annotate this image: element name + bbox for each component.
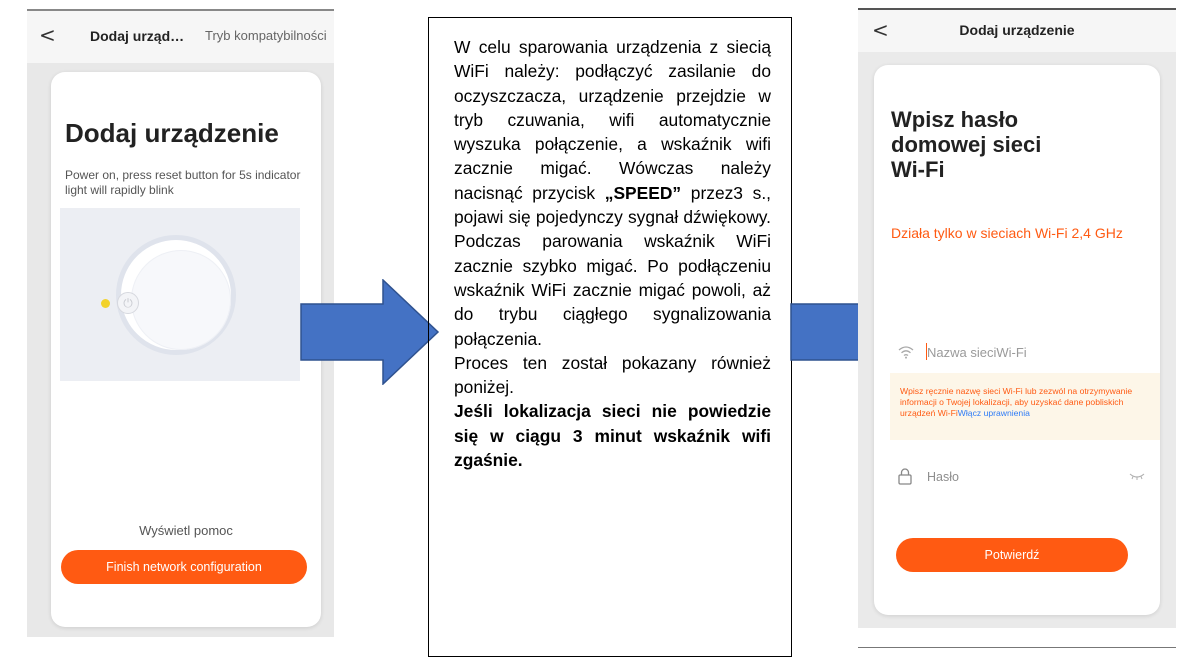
heading-line-2: domowej sieci	[891, 132, 1042, 157]
hide-password-eye-icon[interactable]	[1129, 472, 1145, 480]
right-arrow-icon	[300, 279, 440, 385]
heading-line-1: Wpisz hasło	[891, 107, 1019, 132]
compatibility-mode-link[interactable]: Tryb kompatybilności	[205, 28, 327, 43]
instruction-paragraph-2: Proces ten został pokazany również poniż…	[454, 352, 771, 398]
device-panel	[131, 250, 231, 350]
instruction-text: W celu sparowania urządzenia z siecią Wi…	[454, 37, 771, 203]
ssid-row	[891, 338, 1143, 368]
finish-network-configuration-button[interactable]: Finish network configuration	[61, 550, 307, 584]
back-arrow-icon[interactable]: <	[39, 23, 56, 47]
card-heading: Wpisz hasło domowej sieci Wi-Fi	[891, 107, 1141, 182]
wifi-icon	[898, 346, 914, 359]
left-phone-screenshot: < Dodaj urząd… Tryb kompatybilności Doda…	[27, 9, 334, 637]
power-button-icon: ⏻	[117, 292, 139, 314]
speed-button-label: „SPEED”	[604, 182, 682, 203]
right-phone-screenshot: < Dodaj urządzenie Wpisz hasło domowej s…	[858, 8, 1176, 648]
lock-icon	[898, 468, 912, 485]
card-heading: Dodaj urządzenie	[65, 118, 279, 148]
bottom-divider	[858, 647, 1176, 648]
band-notice: Działa tylko w sieciach Wi-Fi 2,4 GHz	[891, 225, 1123, 241]
confirm-button[interactable]: Potwierdź	[896, 538, 1128, 572]
device-illustration: ⏻	[60, 208, 300, 381]
instruction-paragraph-1: W celu sparowania urządzenia z siecią Wi…	[454, 35, 771, 351]
left-top-bar: < Dodaj urząd… Tryb kompatybilności	[27, 9, 334, 63]
right-top-bar: < Dodaj urządzenie	[858, 8, 1176, 52]
instruction-text-continued: przez3 s., pojawi się pojedynczy sygnał …	[454, 182, 771, 349]
heading-line-3: Wi-Fi	[891, 157, 945, 182]
page-title: Dodaj urząd…	[90, 28, 185, 44]
enable-permissions-link[interactable]: Włącz uprawnienia	[958, 408, 1030, 418]
reset-instruction: Power on, press reset button for 5s indi…	[65, 168, 301, 197]
password-row	[891, 463, 1145, 493]
wifi-network-name-input[interactable]	[927, 341, 1127, 363]
instruction-warning: Jeśli lokalizacja sieci nie powiedzie si…	[454, 401, 771, 471]
wifi-password-card: Wpisz hasło domowej sieci Wi-Fi Działa t…	[874, 65, 1160, 615]
add-device-card: Dodaj urządzenie Power on, press reset b…	[51, 72, 321, 627]
page-title: Dodaj urządzenie	[959, 22, 1075, 38]
location-permission-hint: Wpisz ręcznie nazwę sieci Wi-Fi lub zezw…	[890, 373, 1160, 440]
wifi-password-input[interactable]	[927, 466, 1097, 488]
show-help-link[interactable]: Wyświetl pomoc	[51, 523, 321, 538]
indicator-light-icon	[101, 299, 110, 308]
pairing-instructions-box: W celu sparowania urządzenia z siecią Wi…	[428, 17, 792, 657]
